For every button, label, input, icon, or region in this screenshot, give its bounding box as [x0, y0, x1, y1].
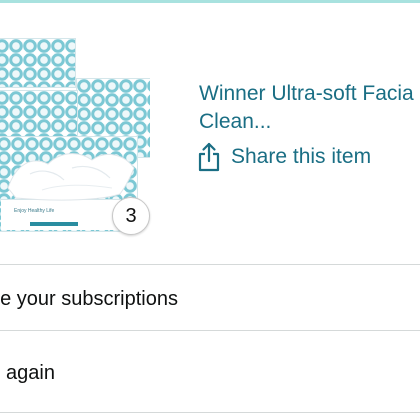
tissue-box-middle [0, 90, 78, 140]
product-title-line-2: Clean... [199, 110, 272, 133]
share-item-label: Share this item [231, 145, 372, 168]
top-accent-bar [0, 0, 420, 3]
share-item-button[interactable]: Share this item [197, 140, 371, 174]
buy-again-label: again [6, 361, 55, 384]
product-title-line-1: Winner Ultra-soft Facia [199, 82, 414, 105]
tissue-box-strip [30, 222, 78, 226]
divider [0, 412, 420, 413]
share-icon [197, 142, 221, 172]
divider [0, 264, 420, 265]
tissue-box-back-left [0, 38, 76, 88]
quantity-badge: 3 [112, 197, 150, 235]
product-title-link[interactable]: Winner Ultra-soft Facia Clean... [199, 80, 420, 136]
manage-subscriptions-row[interactable]: ge your subscriptions [0, 272, 420, 326]
order-item-screen: Enjoy Healthy Life 3 Winner Ultra-soft F… [0, 0, 420, 420]
manage-subscriptions-label: ge your subscriptions [0, 287, 178, 310]
buy-again-row[interactable]: again [0, 346, 420, 400]
product-image-caption: Enjoy Healthy Life [14, 208, 55, 214]
divider [0, 330, 420, 331]
